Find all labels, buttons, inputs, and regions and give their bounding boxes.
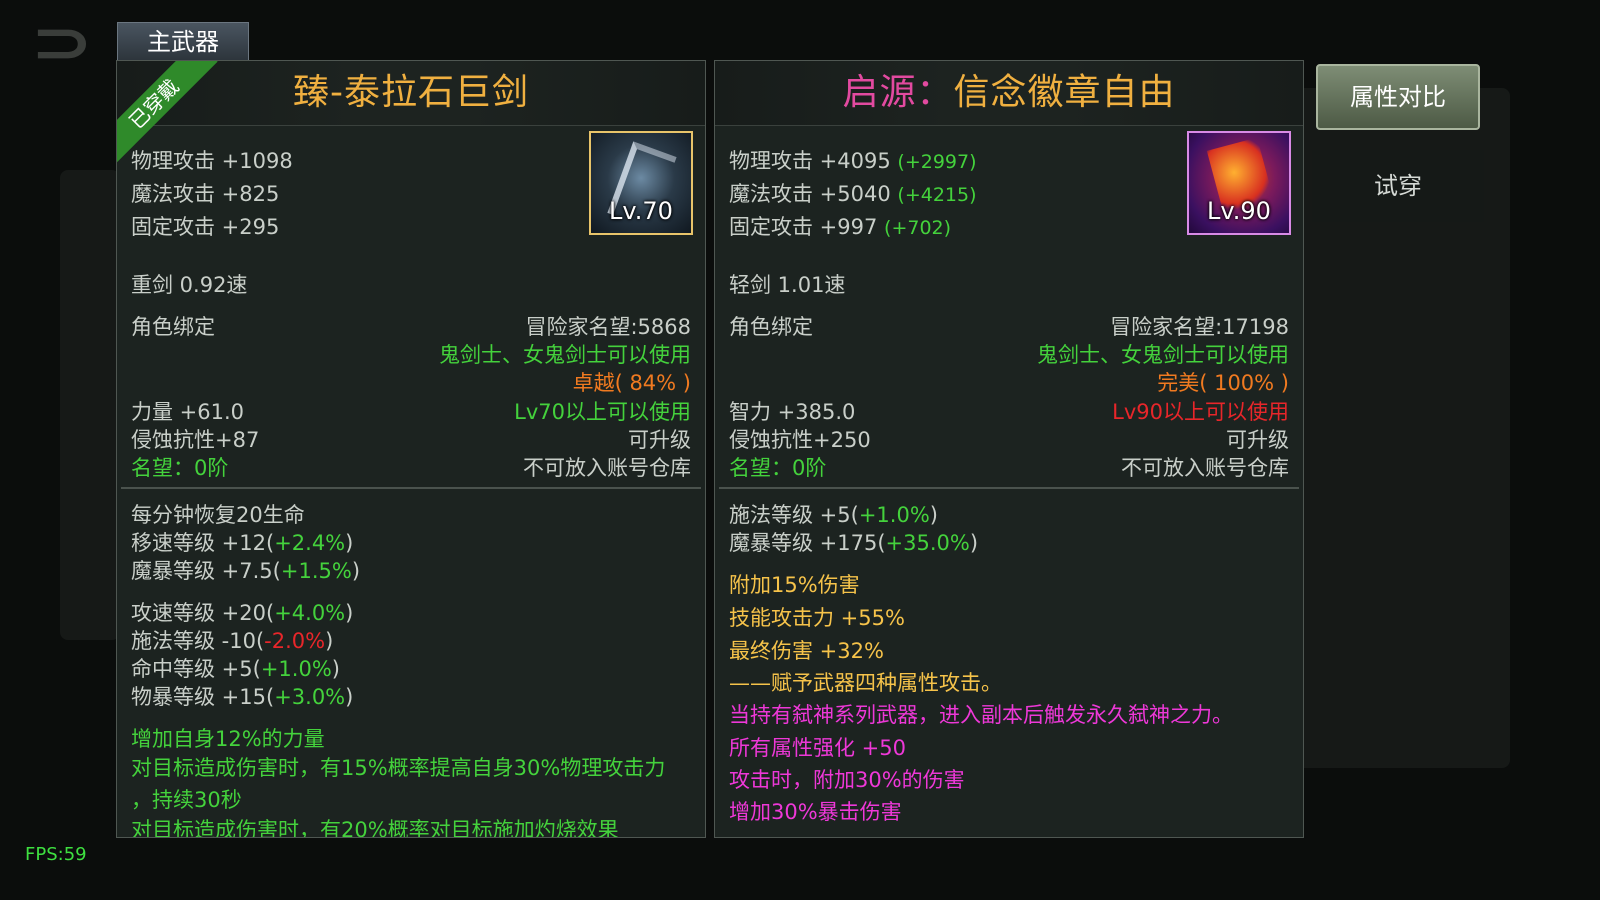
- item-icon-slot[interactable]: Lv.90: [1187, 131, 1291, 235]
- reputation: 冒险家名望:5868: [525, 315, 691, 339]
- level-requirement: Lv70以上可以使用: [514, 400, 691, 424]
- fame: 名望：0阶: [729, 456, 827, 480]
- upgradable: 可升级: [1226, 428, 1289, 452]
- equipped-item-panel: 臻-泰拉石巨剑 已穿戴 Lv.70 物理攻击 +1098 魔法攻击 +825 固…: [116, 60, 706, 838]
- reputation: 冒险家名望:17198: [1110, 315, 1289, 339]
- tab-main-weapon[interactable]: 主武器: [117, 22, 249, 62]
- extra-stat: 魔暴等级 +7.5(+1.5%): [131, 559, 361, 583]
- extra-stat: 魔暴等级 +175(+35.0%): [729, 531, 979, 555]
- try-on-button[interactable]: 试穿: [1312, 150, 1484, 222]
- erosion-resist: 侵蚀抗性+87: [131, 428, 260, 452]
- effect-line: 所有属性强化 +50: [729, 736, 906, 760]
- fame: 名望：0阶: [131, 456, 229, 480]
- effect-line: 技能攻击力 +55%: [729, 606, 905, 630]
- extra-stat: 攻速等级 +20(+4.0%): [131, 601, 354, 625]
- effect-line: 最终伤害 +32%: [729, 639, 884, 663]
- effect-line: ——赋予武器四种属性攻击。: [729, 671, 1002, 695]
- stat-magic-attack: 魔法攻击 +825: [131, 182, 280, 206]
- level-requirement: Lv90以上可以使用: [1112, 400, 1289, 424]
- usable-classes: 鬼剑士、女鬼剑士可以使用: [439, 343, 691, 367]
- effect-line: 对目标造成伤害时，有15%概率提高自身30%物理攻击力: [131, 756, 666, 780]
- section-divider: [719, 487, 1299, 489]
- extra-stat: 施法等级 -10(-2.0%): [131, 629, 334, 653]
- compare-attributes-button[interactable]: 属性对比: [1316, 64, 1480, 130]
- extra-stat: 每分钟恢复20生命: [131, 503, 305, 527]
- effect-line: ，持续30秒: [131, 788, 242, 812]
- effect-line: 攻击时，附加30%的伤害: [729, 768, 965, 792]
- extra-stat: 移速等级 +12(+2.4%): [131, 531, 354, 555]
- usable-classes: 鬼剑士、女鬼剑士可以使用: [1037, 343, 1289, 367]
- back-arrow-icon: ⊃: [30, 8, 94, 76]
- main-attribute: 力量 +61.0: [131, 400, 245, 424]
- back-button[interactable]: ⊃: [22, 13, 102, 71]
- upgradable: 可升级: [628, 428, 691, 452]
- effect-line: 当持有弑神系列武器，进入副本后触发永久弑神之力。: [729, 703, 1233, 727]
- quality: 完美( 100% ): [1157, 371, 1289, 395]
- storage-note: 不可放入账号仓库: [523, 456, 691, 480]
- effect-line: 对目标造成伤害时，有20%概率对目标施加灼烧效果: [131, 818, 619, 838]
- item-level: Lv.90: [1207, 197, 1271, 225]
- erosion-resist: 侵蚀抗性+250: [729, 428, 871, 452]
- weapon-type: 轻剑 1.01速: [729, 273, 846, 297]
- stat-phys-attack: 物理攻击 +1098: [131, 149, 293, 173]
- weapon-type: 重剑 0.92速: [131, 273, 248, 297]
- stat-fixed-attack: 固定攻击 +997 (+702): [729, 215, 952, 239]
- main-attribute: 智力 +385.0: [729, 400, 856, 424]
- stat-phys-attack: 物理攻击 +4095 (+2997): [729, 149, 977, 173]
- stat-fixed-attack: 固定攻击 +295: [131, 215, 280, 239]
- effect-line: 增加30%暴击伤害: [729, 800, 902, 824]
- storage-note: 不可放入账号仓库: [1121, 456, 1289, 480]
- effect-line: 增加自身12%的力量: [131, 727, 325, 751]
- stat-magic-attack: 魔法攻击 +5040 (+4215): [729, 182, 977, 206]
- extra-stat: 施法等级 +5(+1.0%): [729, 503, 938, 527]
- section-divider: [121, 487, 701, 489]
- item-header: 启源：信念徽章自由: [715, 61, 1303, 126]
- item-icon-slot[interactable]: Lv.70: [589, 131, 693, 235]
- binding: 角色绑定: [729, 315, 813, 339]
- item-title-prefix: 启源：: [842, 72, 954, 113]
- quality: 卓越( 84% ): [572, 371, 691, 395]
- compared-item-panel: 启源：信念徽章自由 Lv.90 物理攻击 +4095 (+2997) 魔法攻击 …: [714, 60, 1304, 838]
- background-panel: [60, 170, 120, 640]
- extra-stat: 物暴等级 +15(+3.0%): [131, 685, 354, 709]
- effect-line: 附加15%伤害: [729, 573, 860, 597]
- item-level: Lv.70: [609, 197, 673, 225]
- item-title: 启源：信念徽章自由: [842, 72, 1176, 113]
- fps-counter: FPS:59: [25, 844, 87, 865]
- binding: 角色绑定: [131, 315, 215, 339]
- extra-stat: 命中等级 +5(+1.0%): [131, 657, 340, 681]
